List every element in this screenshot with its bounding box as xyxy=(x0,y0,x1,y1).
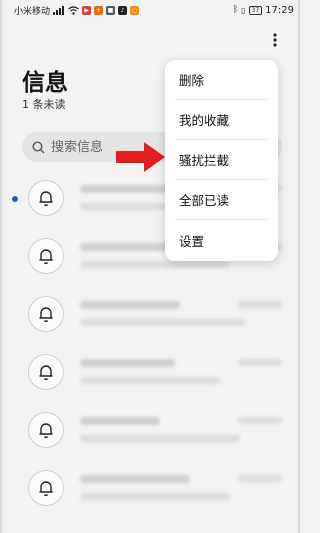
list-item[interactable] xyxy=(2,341,302,399)
message-sender-redacted xyxy=(80,417,160,425)
browser-app-icon: ○ xyxy=(130,5,140,15)
avatar xyxy=(28,470,64,506)
search-icon xyxy=(32,140,45,153)
menu-item-settings[interactable]: 设置 xyxy=(175,220,268,260)
avatar xyxy=(28,412,64,448)
message-time-redacted xyxy=(238,417,282,424)
more-vertical-icon xyxy=(273,33,277,47)
message-preview-redacted xyxy=(80,493,230,500)
battery-indicator: 37 xyxy=(248,5,263,15)
vibrate-icon: ▯ xyxy=(241,5,246,15)
more-options-button[interactable] xyxy=(266,30,284,50)
message-preview-redacted xyxy=(80,377,220,384)
message-time-redacted xyxy=(238,359,282,366)
avatar xyxy=(28,180,64,216)
message-preview-redacted xyxy=(80,435,240,442)
bell-icon xyxy=(39,365,53,381)
status-bar: 小米移动 ▶ + ■ ♪ ○ ᛒ ▯ 37 17:29 xyxy=(2,0,302,20)
carrier-label: 小米移动 xyxy=(14,6,51,17)
notification-icon: ■ xyxy=(106,5,116,15)
news-app-icon: + xyxy=(94,5,104,15)
page-title: 信息 xyxy=(22,70,68,96)
menu-item-delete[interactable]: 删除 xyxy=(175,60,268,100)
message-sender-redacted xyxy=(80,301,180,309)
status-right: ᛒ ▯ 37 17:29 xyxy=(233,5,294,16)
list-item[interactable] xyxy=(2,457,302,515)
message-time-redacted xyxy=(238,475,282,482)
avatar xyxy=(28,354,64,390)
list-item[interactable] xyxy=(2,399,302,457)
video-app-icon: ▶ xyxy=(82,5,92,15)
wifi-icon xyxy=(68,5,79,15)
unread-dot xyxy=(12,196,18,202)
bluetooth-icon: ᛒ xyxy=(232,5,239,15)
overflow-menu: 删除 我的收藏 骚扰拦截 全部已读 设置 xyxy=(165,60,278,261)
unread-count: 1 条未读 xyxy=(22,98,66,111)
message-sender-redacted xyxy=(80,359,175,367)
bell-icon xyxy=(39,481,53,497)
message-preview-redacted xyxy=(80,261,230,268)
signal-icon xyxy=(53,5,65,15)
tiktok-icon: ♪ xyxy=(118,5,128,15)
message-sender-redacted xyxy=(80,243,170,251)
bell-icon xyxy=(39,307,53,323)
message-preview-redacted xyxy=(80,319,245,326)
message-sender-redacted xyxy=(80,475,190,483)
menu-item-mark-all-read[interactable]: 全部已读 xyxy=(175,180,268,220)
screen: 小米移动 ▶ + ■ ♪ ○ ᛒ ▯ 37 17:29 信息 1 条未读 搜索信… xyxy=(0,0,300,533)
list-item[interactable] xyxy=(2,283,302,341)
avatar xyxy=(28,238,64,274)
menu-item-spam-block[interactable]: 骚扰拦截 xyxy=(175,140,268,180)
bell-icon xyxy=(39,191,53,207)
bell-icon xyxy=(39,423,53,439)
status-left: 小米移动 ▶ + ■ ♪ ○ xyxy=(14,4,140,17)
clock: 17:29 xyxy=(265,4,294,16)
message-time-redacted xyxy=(238,301,282,308)
bell-icon xyxy=(39,249,53,265)
menu-item-favorites[interactable]: 我的收藏 xyxy=(175,100,268,140)
red-arrow-annotation xyxy=(116,142,165,172)
avatar xyxy=(28,296,64,332)
